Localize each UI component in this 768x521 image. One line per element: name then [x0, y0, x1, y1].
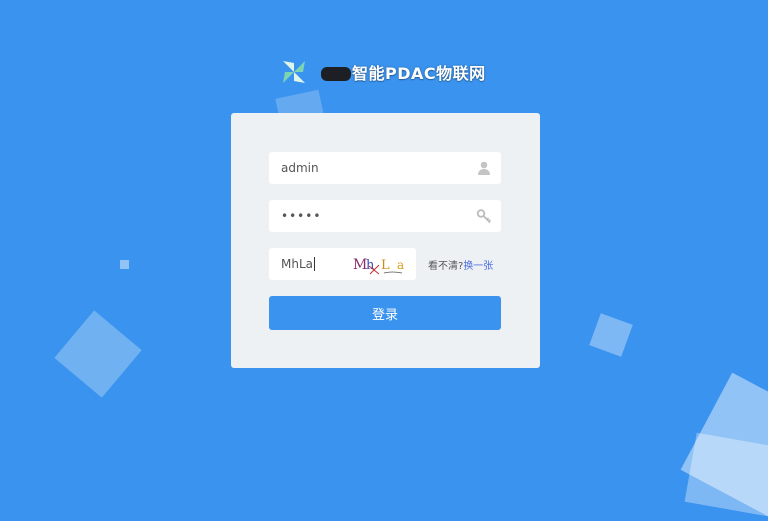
captcha-refresh-link[interactable]: 换一张: [463, 261, 493, 272]
captcha-char: a: [397, 258, 404, 272]
captcha-char: L: [381, 258, 390, 273]
captcha-image[interactable]: M h L a: [352, 252, 410, 276]
username-field[interactable]: admin: [269, 152, 501, 184]
username-value[interactable]: admin: [281, 161, 476, 175]
password-field[interactable]: •••••: [269, 200, 501, 232]
login-button[interactable]: 登录: [269, 296, 501, 330]
decor-square: [54, 310, 142, 398]
site-title: 智能PDAC物联网: [352, 64, 486, 83]
windmill-logo-icon: [283, 61, 305, 83]
decor-square: [589, 313, 633, 357]
password-value[interactable]: •••••: [281, 209, 476, 223]
redacted-text: [321, 67, 351, 81]
login-panel: admin ••••• MhLa M h L a 看不清?换一张 登录: [231, 113, 540, 368]
decor-square: [684, 432, 768, 518]
captcha-input-value[interactable]: MhLa: [281, 257, 313, 271]
captcha-noise: [383, 271, 403, 274]
captcha-hint-text: 看不清?: [428, 261, 464, 272]
user-icon: [478, 161, 490, 175]
captcha-hint: 看不清?换一张: [428, 257, 493, 272]
captcha-row: MhLa M h L a 看不清?换一张: [269, 248, 501, 280]
key-icon: [476, 209, 491, 224]
brand-header: 智能PDAC物联网: [281, 57, 486, 87]
text-cursor: [314, 257, 315, 271]
decor-square: [120, 260, 129, 269]
